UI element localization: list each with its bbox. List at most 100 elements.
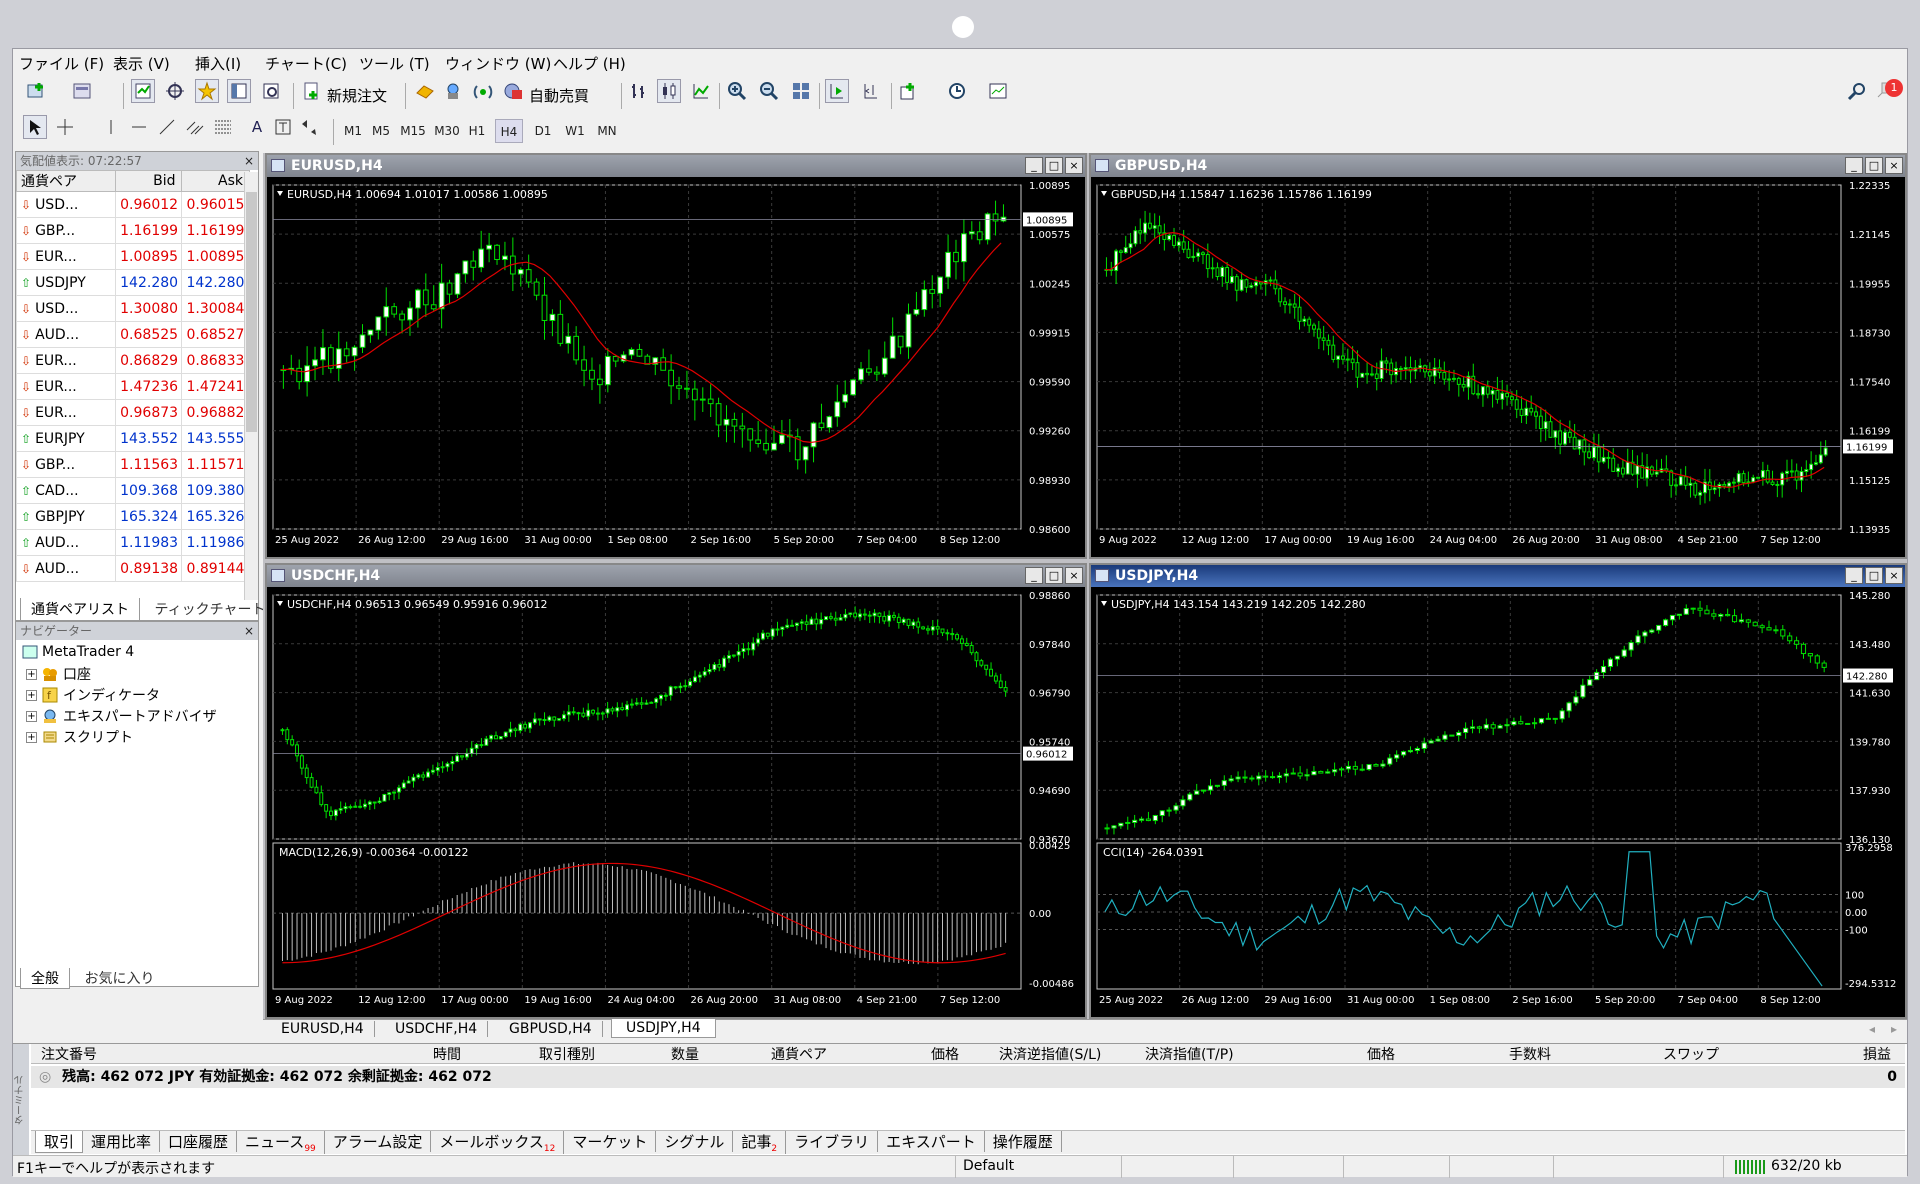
close-icon[interactable]: × <box>1885 157 1903 174</box>
chart-canvas[interactable]: EURUSD,H4 1.00694 1.01017 1.00586 1.0089… <box>267 177 1085 557</box>
signals-icon[interactable] <box>441 79 465 103</box>
templates-icon[interactable] <box>987 79 1011 103</box>
market-watch-row[interactable]: ⇩ GBP... 1.16199 1.16199 <box>15 217 250 244</box>
market-watch-row[interactable]: ⇩ EUR... 0.96873 0.96882 <box>15 399 250 426</box>
col-swap[interactable]: スワップ <box>1663 1044 1719 1064</box>
chart-window-usdjpy[interactable]: USDJPY,H4 _ □ × USDJPY,H4 143.154 143.219 … <box>1089 563 1907 1019</box>
market-watch-row[interactable]: ⇩ EUR... 1.47236 1.47241 <box>15 373 250 400</box>
timeframe-w1[interactable]: W1 <box>561 119 589 143</box>
terminal-tab[interactable]: シグナル <box>656 1131 734 1152</box>
text-label-icon[interactable] <box>271 115 295 139</box>
col-volume[interactable]: 数量 <box>671 1044 699 1064</box>
chart-tab-usdchf[interactable]: USDCHF,H4 <box>385 1021 489 1037</box>
zoom-in-icon[interactable] <box>725 79 749 103</box>
market-watch-row[interactable]: ⇩ AUD... 0.89138 0.89144 <box>15 555 250 582</box>
minimize-icon[interactable]: _ <box>1025 157 1043 174</box>
arrows-icon[interactable] <box>299 115 323 139</box>
trendline-icon[interactable] <box>155 115 179 139</box>
periods-clock-icon[interactable] <box>945 79 969 103</box>
menu-file[interactable]: ファイル (F) <box>19 53 104 74</box>
tab-symbols[interactable]: 通貨ペアリスト <box>20 598 140 621</box>
channels-icon[interactable] <box>183 115 207 139</box>
col-time[interactable]: 時間 <box>433 1044 461 1064</box>
terminal-tab[interactable]: エキスパート <box>878 1131 985 1152</box>
tab-favorites[interactable]: お気に入り <box>74 968 164 988</box>
market-icon[interactable] <box>413 79 437 103</box>
chart-canvas[interactable]: GBPUSD,H4 1.15847 1.16236 1.15786 1.1619… <box>1091 177 1905 557</box>
market-watch-row[interactable]: ⇧ USDJPY 142.280 142.280 <box>15 269 250 296</box>
col-ask[interactable]: Ask <box>181 170 250 192</box>
expand-icon[interactable]: + <box>26 668 37 680</box>
nav-experts[interactable]: + エキスパートアドバイザ <box>26 706 217 726</box>
fibonacci-icon[interactable] <box>211 115 235 139</box>
market-watch-row[interactable]: ⇩ GBP... 1.11563 1.11571 <box>15 451 250 478</box>
chart-shift-icon[interactable] <box>859 79 883 103</box>
expand-icon[interactable]: + <box>26 710 37 722</box>
maximize-icon[interactable]: □ <box>1045 567 1063 584</box>
menu-window[interactable]: ウィンドウ (W) <box>445 53 551 74</box>
profiles-icon[interactable] <box>71 79 95 103</box>
balance-row[interactable]: ◎ 残高: 462 072 JPY 有効証拠金: 462 072 余剰証拠金: … <box>31 1066 1905 1088</box>
zoom-out-icon[interactable] <box>757 79 781 103</box>
horizontal-line-icon[interactable] <box>127 115 151 139</box>
market-watch-row[interactable]: ⇩ EUR... 0.86829 0.86833 <box>15 347 250 374</box>
col-bid[interactable]: Bid <box>115 170 183 192</box>
maximize-icon[interactable]: □ <box>1865 157 1883 174</box>
terminal-tab[interactable]: ライブラリ <box>786 1131 879 1152</box>
menu-chart[interactable]: チャート(C) <box>265 53 347 74</box>
terminal-tab[interactable]: ニュース99 <box>237 1131 325 1154</box>
market-watch-scrollbar[interactable] <box>244 172 258 600</box>
terminal-tab[interactable]: 運用比率 <box>83 1131 161 1152</box>
crosshair-circle-icon[interactable] <box>163 79 187 103</box>
chart-window-usdchf[interactable]: USDCHF,H4 _ □ × USDCHF,H4 0.96513 0.96549 … <box>265 563 1087 1019</box>
close-icon[interactable]: × <box>1065 567 1083 584</box>
col-symbol[interactable]: 通貨ペア <box>771 1044 827 1064</box>
auto-scroll-icon[interactable] <box>825 79 849 103</box>
terminal-tab[interactable]: 操作履歴 <box>985 1131 1062 1152</box>
scroll-left-icon[interactable]: ◂ <box>1869 1022 1875 1036</box>
minimize-icon[interactable]: _ <box>1025 567 1043 584</box>
close-icon[interactable]: × <box>244 622 254 640</box>
new-order-icon[interactable] <box>299 79 323 103</box>
terminal-tab[interactable]: アラーム設定 <box>325 1131 432 1152</box>
new-order-button[interactable]: 新規注文 <box>327 85 387 106</box>
market-watch-icon[interactable] <box>131 79 155 103</box>
timeframe-m15[interactable]: M15 <box>397 119 429 143</box>
chart-tab-usdjpy[interactable]: USDJPY,H4 <box>611 1019 716 1038</box>
market-watch-row[interactable]: ⇩ USD... 1.30080 1.30084 <box>15 295 250 322</box>
close-icon[interactable]: × <box>1885 567 1903 584</box>
col-price-current[interactable]: 価格 <box>1367 1044 1395 1064</box>
minimize-icon[interactable]: _ <box>1845 567 1863 584</box>
timeframe-h1[interactable]: H1 <box>463 119 491 143</box>
chart-canvas[interactable]: USDJPY,H4 143.154 143.219 142.205 142.28… <box>1091 587 1905 1017</box>
line-chart-icon[interactable] <box>689 79 713 103</box>
chart-tab-gbpusd[interactable]: GBPUSD,H4 <box>499 1021 603 1037</box>
market-watch-row[interactable]: ⇧ AUD... 1.11983 1.11986 <box>15 529 250 556</box>
text-icon[interactable]: A <box>245 115 269 139</box>
close-icon[interactable]: × <box>1065 157 1083 174</box>
col-commission[interactable]: 手数料 <box>1509 1044 1551 1064</box>
timeframe-mn[interactable]: MN <box>593 119 621 143</box>
maximize-icon[interactable]: □ <box>1045 157 1063 174</box>
tester-icon[interactable] <box>259 79 283 103</box>
market-watch-row[interactable]: ⇩ EUR... 1.00895 1.00895 <box>15 243 250 270</box>
expand-icon[interactable]: + <box>26 689 37 701</box>
expand-icon[interactable]: + <box>26 731 37 743</box>
col-profit[interactable]: 損益 <box>1863 1044 1891 1064</box>
bar-chart-icon[interactable] <box>627 79 651 103</box>
terminal-tab[interactable]: 記事2 <box>733 1131 787 1154</box>
timeframe-m5[interactable]: M5 <box>367 119 395 143</box>
nav-accounts[interactable]: + 口座 <box>26 664 91 684</box>
candlestick-icon[interactable] <box>657 79 681 103</box>
chart-window-eurusd[interactable]: EURUSD,H4 _ □ × EURUSD,H4 1.00694 1.01017 … <box>265 153 1087 559</box>
terminal-icon[interactable] <box>227 79 251 103</box>
timeframe-m30[interactable]: M30 <box>431 119 463 143</box>
col-type[interactable]: 取引種別 <box>539 1044 595 1064</box>
chart-canvas[interactable]: USDCHF,H4 0.96513 0.96549 0.95916 0.9601… <box>267 587 1085 1017</box>
auto-trading-button[interactable]: 自動売買 <box>529 85 589 106</box>
col-sl[interactable]: 決済逆指値(S/L) <box>999 1044 1101 1064</box>
terminal-tab[interactable]: 取引 <box>35 1131 84 1153</box>
col-symbol[interactable]: 通貨ペア <box>15 170 117 192</box>
maximize-icon[interactable]: □ <box>1865 567 1883 584</box>
menu-view[interactable]: 表示 (V) <box>113 53 170 74</box>
